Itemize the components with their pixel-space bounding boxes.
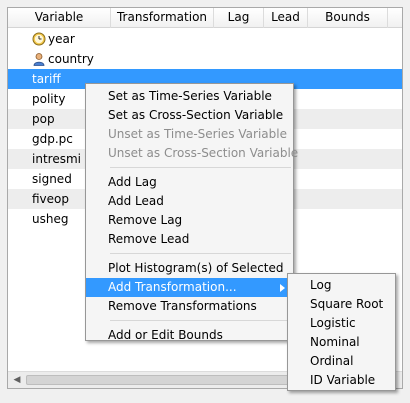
table-header: Variable Transformation Lag Lead Bounds: [8, 8, 402, 28]
row-label: signed: [32, 172, 72, 186]
menu-item-remove-transformations[interactable]: Remove Transformations: [86, 297, 293, 316]
table-row[interactable]: year: [8, 29, 402, 49]
person-icon: [33, 53, 45, 66]
submenu-item-ordinal[interactable]: Ordinal: [288, 352, 395, 371]
submenu-item-log[interactable]: Log: [288, 276, 395, 295]
row-label: tariff: [32, 72, 61, 86]
column-header-lag[interactable]: Lag: [214, 8, 264, 28]
column-header-bounds[interactable]: Bounds: [308, 8, 388, 28]
transformation-submenu: Log Square Root Logistic Nominal Ordinal…: [287, 273, 396, 391]
menu-separator: [110, 167, 291, 168]
menu-item-add-lead[interactable]: Add Lead: [86, 192, 293, 211]
scroll-left-icon[interactable]: ◀: [10, 374, 24, 386]
menu-separator: [110, 320, 291, 321]
menu-item-add-edit-bounds[interactable]: Add or Edit Bounds: [86, 326, 293, 345]
menu-item-label: Add Transformation...: [108, 280, 237, 294]
submenu-arrow-icon: [280, 284, 285, 292]
menu-item-add-lag[interactable]: Add Lag: [86, 173, 293, 192]
column-header-variable[interactable]: Variable: [8, 8, 111, 28]
column-header-transformation[interactable]: Transformation: [111, 8, 214, 28]
submenu-item-nominal[interactable]: Nominal: [288, 333, 395, 352]
menu-item-remove-lead[interactable]: Remove Lead: [86, 230, 293, 249]
submenu-item-square-root[interactable]: Square Root: [288, 295, 395, 314]
menu-item-add-transformation[interactable]: Add Transformation...: [86, 278, 293, 297]
menu-item-set-cross-section[interactable]: Set as Cross-Section Variable: [86, 106, 293, 125]
submenu-item-logistic[interactable]: Logistic: [288, 314, 395, 333]
menu-item-set-time-series[interactable]: Set as Time-Series Variable: [86, 87, 293, 106]
row-label: usheg: [32, 212, 69, 226]
menu-item-plot-histogram[interactable]: Plot Histogram(s) of Selected: [86, 259, 293, 278]
context-menu: Set as Time-Series Variable Set as Cross…: [85, 83, 299, 342]
table-row[interactable]: country: [8, 49, 402, 69]
column-header-lead[interactable]: Lead: [264, 8, 308, 28]
row-label: gdp.pc: [32, 132, 73, 146]
row-label: polity: [32, 92, 66, 106]
row-label: pop: [32, 112, 55, 126]
submenu-item-id-variable[interactable]: ID Variable: [288, 371, 395, 390]
menu-item-unset-cross-section: Unset as Cross-Section Variable: [108, 146, 299, 160]
menu-separator: [110, 253, 291, 254]
row-label: intresmi: [32, 152, 81, 166]
clock-icon: [32, 32, 46, 46]
menu-item-unset-time-series: Unset as Time-Series Variable: [108, 127, 287, 141]
menu-item-remove-lag[interactable]: Remove Lag: [86, 211, 293, 230]
row-label: fiveop: [32, 192, 70, 206]
